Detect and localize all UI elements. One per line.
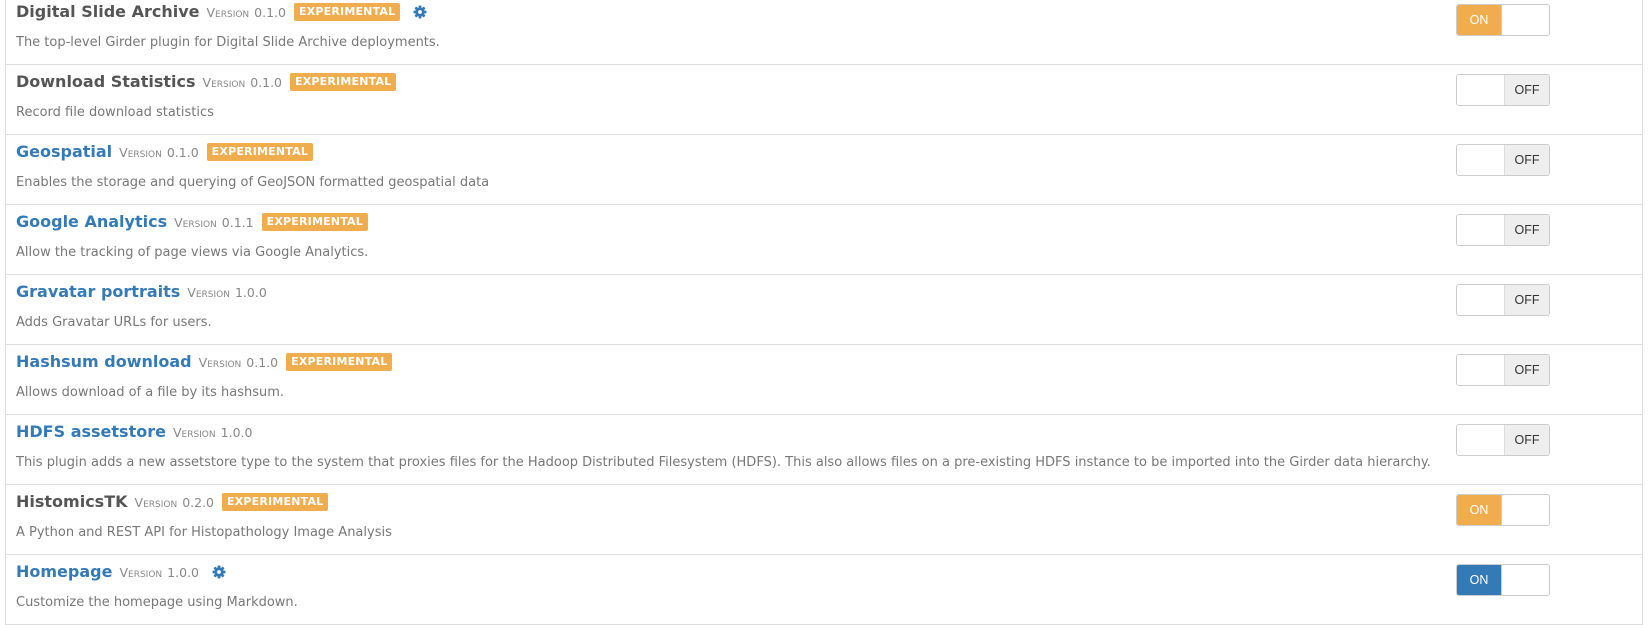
version-word: Version: [206, 4, 250, 20]
plugin-description: Customize the homepage using Markdown.: [16, 595, 298, 610]
experimental-badge: EXPERIMENTAL: [286, 353, 393, 371]
version-number: 0.1.0: [246, 354, 279, 370]
plugin-description: The top-level Girder plugin for Digital …: [16, 35, 440, 50]
enable-toggle[interactable]: ON: [1456, 4, 1550, 36]
toggle-state-label: OFF: [1504, 285, 1549, 315]
plugin-name-link[interactable]: Homepage: [16, 562, 112, 582]
version-number: 0.1.0: [166, 144, 199, 160]
plugin-version: Version 0.1.1: [174, 215, 254, 230]
plugin-version: Version 1.0.0: [119, 565, 199, 580]
plugin-name: Digital Slide Archive: [16, 2, 200, 21]
gear-icon[interactable]: [413, 5, 427, 19]
version-number: 0.2.0: [182, 494, 215, 510]
plugin-name-link[interactable]: Hashsum download: [16, 352, 192, 372]
version-number: 1.0.0: [220, 424, 253, 440]
plugin-name-link[interactable]: Google Analytics: [16, 212, 167, 232]
toggle-knob: [1457, 285, 1504, 315]
plugin-version: Version 0.1.0: [203, 75, 283, 90]
enable-toggle[interactable]: ON: [1456, 564, 1550, 596]
enable-toggle[interactable]: OFF: [1456, 144, 1550, 176]
plugin-description: Allow the tracking of page views via Goo…: [16, 245, 369, 260]
version-word: Version: [187, 284, 230, 300]
toggle-state-label: OFF: [1504, 215, 1549, 245]
version-word: Version: [174, 214, 217, 230]
version-number: 1.0.0: [167, 564, 199, 580]
plugin-version: Version 1.0.0: [187, 285, 267, 300]
plugin-header: HistomicsTK Version 0.2.0 EXPERIMENTAL: [16, 491, 329, 513]
plugin-header: Geospatial Version 0.1.0 EXPERIMENTAL: [16, 141, 314, 163]
enable-toggle[interactable]: OFF: [1456, 74, 1550, 106]
version-word: Version: [119, 564, 163, 580]
version-word: Version: [172, 424, 216, 440]
experimental-badge: EXPERIMENTAL: [261, 213, 368, 231]
toggle-knob: [1457, 355, 1504, 385]
version-number: 0.1.1: [221, 214, 254, 230]
plugin-row-google-analytics: Google Analytics Version 0.1.1 EXPERIMEN…: [6, 205, 1642, 275]
plugin-header: HDFS assetstore Version 1.0.0: [16, 421, 252, 443]
version-word: Version: [198, 354, 242, 370]
enable-toggle[interactable]: OFF: [1456, 284, 1550, 316]
version-number: 1.0.0: [234, 284, 267, 300]
toggle-state-label: OFF: [1504, 145, 1549, 175]
version-number: 0.1.0: [254, 4, 286, 20]
plugin-version: Version 1.0.0: [173, 425, 253, 440]
plugin-version: Version 0.1.0: [206, 5, 286, 20]
plugin-description: Adds Gravatar URLs for users.: [16, 315, 212, 330]
toggle-knob: [1457, 75, 1504, 105]
version-number: 0.1.0: [250, 74, 283, 90]
plugin-description: Allows download of a file by its hashsum…: [16, 385, 285, 400]
experimental-badge: EXPERIMENTAL: [206, 143, 314, 161]
plugin-description: A Python and REST API for Histopathology…: [16, 525, 392, 540]
experimental-badge: EXPERIMENTAL: [293, 3, 401, 21]
plugin-name: HistomicsTK: [16, 492, 128, 511]
plugin-version: Version 0.1.0: [199, 355, 279, 370]
gear-icon[interactable]: [212, 565, 226, 579]
toggle-knob: [1502, 565, 1549, 595]
enable-toggle[interactable]: OFF: [1456, 354, 1550, 386]
plugin-list: Digital Slide Archive Version 0.1.0 EXPE…: [5, 0, 1643, 625]
plugin-row-digital-slide-archive: Digital Slide Archive Version 0.1.0 EXPE…: [6, 0, 1642, 65]
toggle-state-label: OFF: [1504, 355, 1549, 385]
version-word: Version: [134, 494, 178, 510]
plugin-row-geospatial: Geospatial Version 0.1.0 EXPERIMENTAL En…: [6, 135, 1642, 205]
plugin-version: Version 0.2.0: [135, 495, 215, 510]
enable-toggle[interactable]: ON: [1456, 494, 1550, 526]
toggle-knob: [1502, 495, 1549, 525]
plugin-row-hashsum-download: Hashsum download Version 0.1.0 EXPERIMEN…: [6, 345, 1642, 415]
plugin-description: Enables the storage and querying of GeoJ…: [16, 175, 490, 190]
plugin-name-link[interactable]: Gravatar portraits: [16, 282, 180, 302]
plugin-header: Google Analytics Version 0.1.1 EXPERIMEN…: [16, 211, 368, 233]
toggle-knob: [1502, 5, 1549, 35]
plugin-row-homepage: Homepage Version 1.0.0 Customize the hom…: [6, 555, 1642, 625]
version-word: Version: [119, 144, 162, 160]
plugin-header: Digital Slide Archive Version 0.1.0 EXPE…: [16, 1, 427, 23]
plugin-row-download-statistics: Download Statistics Version 0.1.0 EXPERI…: [6, 65, 1642, 135]
plugin-name: Download Statistics: [16, 72, 196, 91]
enable-toggle[interactable]: OFF: [1456, 424, 1550, 456]
toggle-state-label: OFF: [1504, 425, 1549, 455]
experimental-badge: EXPERIMENTAL: [290, 73, 397, 91]
plugin-version: Version 0.1.0: [119, 145, 199, 160]
toggle-state-label: ON: [1457, 495, 1502, 525]
toggle-knob: [1457, 145, 1504, 175]
plugin-name-link[interactable]: HDFS assetstore: [16, 422, 166, 442]
plugin-header: Download Statistics Version 0.1.0 EXPERI…: [16, 71, 397, 93]
toggle-state-label: ON: [1457, 565, 1502, 595]
toggle-state-label: OFF: [1504, 75, 1549, 105]
enable-toggle[interactable]: OFF: [1456, 214, 1550, 246]
plugin-row-gravatar-portraits: Gravatar portraits Version 1.0.0 Adds Gr…: [6, 275, 1642, 345]
toggle-knob: [1457, 215, 1504, 245]
plugin-description: This plugin adds a new assetstore type t…: [16, 455, 1431, 470]
plugin-row-histomicstk: HistomicsTK Version 0.2.0 EXPERIMENTAL A…: [6, 485, 1642, 555]
plugin-header: Homepage Version 1.0.0: [16, 561, 226, 583]
toggle-knob: [1457, 425, 1504, 455]
plugin-description: Record file download statistics: [16, 105, 214, 120]
plugin-name-link[interactable]: Geospatial: [16, 142, 112, 162]
plugin-header: Hashsum download Version 0.1.0 EXPERIMEN…: [16, 351, 393, 373]
toggle-state-label: ON: [1457, 5, 1502, 35]
plugin-header: Gravatar portraits Version 1.0.0: [16, 281, 267, 303]
plugin-row-hdfs-assetstore: HDFS assetstore Version 1.0.0 This plugi…: [6, 415, 1642, 485]
experimental-badge: EXPERIMENTAL: [222, 493, 329, 511]
version-word: Version: [202, 74, 246, 90]
